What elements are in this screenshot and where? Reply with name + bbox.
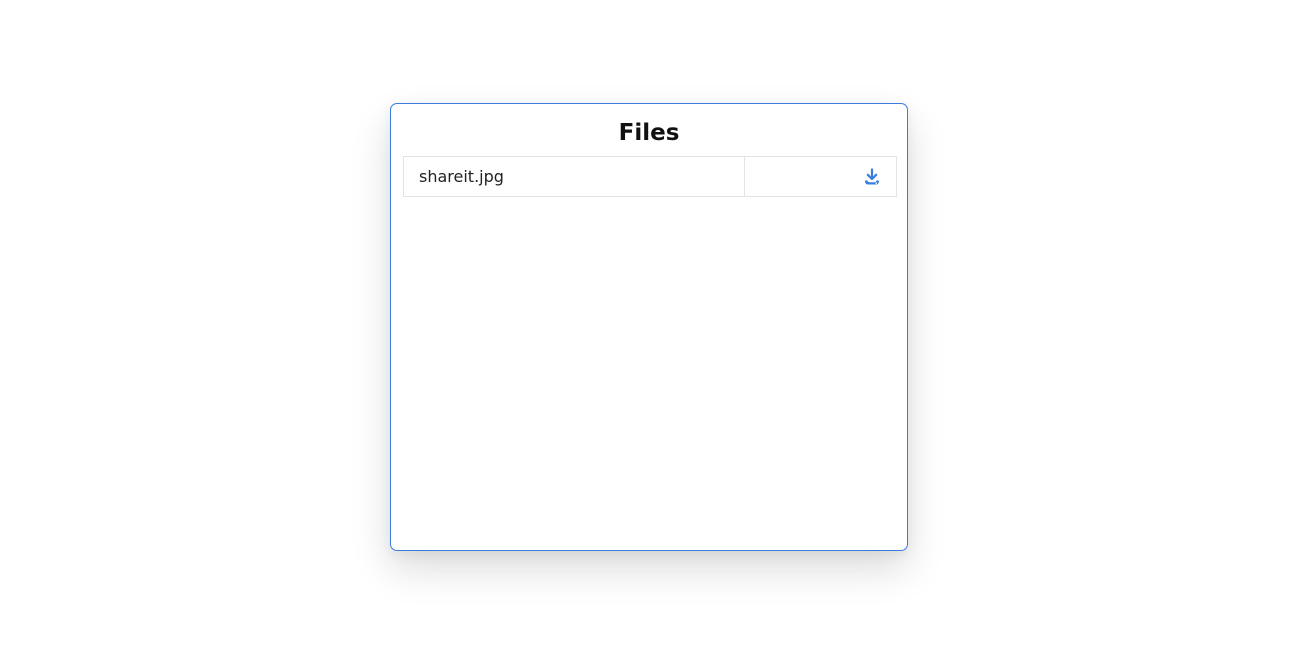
download-icon bbox=[865, 168, 879, 185]
file-name: shareit.jpg bbox=[403, 156, 745, 197]
file-table: shareit.jpg bbox=[403, 156, 897, 197]
download-button[interactable] bbox=[863, 168, 881, 186]
file-actions-cell bbox=[744, 156, 897, 197]
table-row: shareit.jpg bbox=[403, 156, 897, 197]
panel-title: Files bbox=[618, 120, 680, 146]
page: Files shareit.jpg bbox=[0, 0, 1301, 656]
files-panel: Files shareit.jpg bbox=[390, 103, 908, 551]
